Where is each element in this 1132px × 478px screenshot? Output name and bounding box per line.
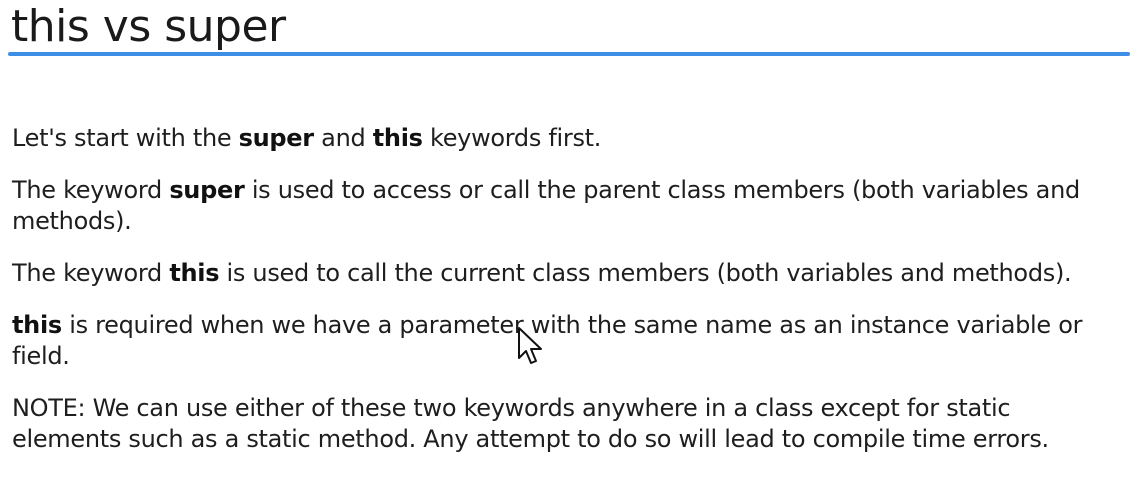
- this-text-1: The keyword: [12, 259, 170, 287]
- super-text-1: The keyword: [12, 176, 170, 204]
- paragraph-this-required: this is required when we have a paramete…: [12, 310, 1122, 372]
- paragraph-super: The keyword super is used to access or c…: [12, 175, 1122, 237]
- paragraph-this: The keyword this is used to call the cur…: [12, 258, 1122, 289]
- paragraph-note: NOTE: We can use either of these two key…: [12, 393, 1122, 455]
- keyword-super: super: [169, 176, 245, 204]
- slide-body: Let's start with the super and this keyw…: [12, 123, 1122, 476]
- intro-text-3: keywords first.: [422, 124, 602, 152]
- mouse-pointer-icon: [518, 327, 542, 364]
- intro-text-2: and: [313, 124, 373, 152]
- keyword-super: super: [238, 124, 314, 152]
- title-underline: [8, 52, 1130, 56]
- intro-text-1: Let's start with the: [12, 124, 239, 152]
- note-text: NOTE: We can use either of these two key…: [12, 394, 1049, 453]
- keyword-this: this: [12, 311, 62, 339]
- this-text-2: is used to call the current class member…: [219, 259, 1072, 287]
- paragraph-intro: Let's start with the super and this keyw…: [12, 123, 1122, 154]
- slide-title: this vs super: [11, 1, 286, 52]
- this-required-text: is required when we have a parameter wit…: [12, 311, 1083, 370]
- keyword-this: this: [169, 259, 220, 287]
- keyword-this: this: [372, 124, 423, 152]
